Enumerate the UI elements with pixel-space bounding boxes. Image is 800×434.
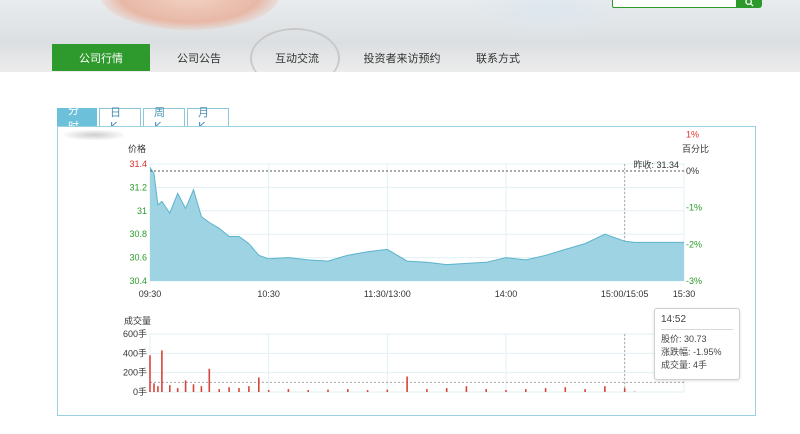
volume-bar xyxy=(347,389,349,392)
time-tick-label: 09:30 xyxy=(139,289,162,299)
time-tick-label: 15:00/15:05 xyxy=(601,289,649,299)
volume-bar xyxy=(169,385,171,392)
volume-bar xyxy=(623,388,626,392)
volume-bar xyxy=(485,389,487,392)
volume-bar xyxy=(248,386,250,392)
price-area xyxy=(150,167,684,281)
volume-bar xyxy=(238,388,240,392)
volume-bar xyxy=(161,350,163,392)
volume-bar xyxy=(153,383,155,392)
percent-tick-label: 1% xyxy=(686,129,699,139)
price-tick-label: 30.6 xyxy=(129,253,147,263)
volume-bar xyxy=(157,386,159,392)
volume-bar xyxy=(564,387,567,392)
volume-bar xyxy=(184,380,187,392)
volume-bar xyxy=(426,389,428,392)
volume-bar xyxy=(544,388,547,392)
volume-bar xyxy=(445,388,448,392)
volume-tick-label: 400手 xyxy=(123,347,147,358)
time-tick-label: 11:30/13:00 xyxy=(364,289,411,299)
volume-bar xyxy=(200,386,203,392)
price-tick-label: 31.2 xyxy=(129,182,147,192)
price-tick-label: 30.8 xyxy=(129,229,147,239)
volume-bar xyxy=(505,390,507,392)
prev-close-label: 昨收: 31.34 xyxy=(633,159,679,170)
volume-grid-frame xyxy=(149,333,685,393)
tooltip-change: 涨跌幅: -1.95% xyxy=(661,347,722,357)
percent-tick-label: -1% xyxy=(686,203,702,213)
volume-bar xyxy=(327,389,329,392)
percent-tick-label: 0% xyxy=(686,166,699,176)
volume-bar xyxy=(267,390,270,392)
volume-bar xyxy=(465,386,468,392)
tooltip-time: 14:52 xyxy=(661,314,733,330)
price-tick-label: 31.4 xyxy=(129,159,147,169)
tooltip-volume: 成交量: 4手 xyxy=(661,360,708,370)
time-tick-label: 14:00 xyxy=(495,289,518,299)
volume-bar xyxy=(208,368,211,392)
volume-bar xyxy=(366,390,369,392)
volume-tick-label: 600手 xyxy=(123,328,147,339)
volume-bar xyxy=(149,355,151,392)
time-tick-label: 10:30 xyxy=(257,289,280,299)
price-axis-title: 价格 xyxy=(128,143,146,154)
percent-axis-title: 百分比 xyxy=(682,143,709,154)
volume-tick-label: 0手 xyxy=(133,386,147,397)
volume-bar xyxy=(228,387,230,392)
volume-bar xyxy=(307,390,309,392)
volume-bar xyxy=(604,386,606,392)
volume-bar xyxy=(176,388,179,392)
volume-bar xyxy=(386,389,389,392)
volume-bar xyxy=(218,389,220,392)
tooltip-price: 股价: 30.73 xyxy=(661,334,707,344)
price-tick-label: 30.4 xyxy=(129,276,147,286)
price-tick-label: 31 xyxy=(137,206,147,216)
volume-bar xyxy=(584,389,586,392)
percent-tick-label: -3% xyxy=(686,276,702,286)
chart-tooltip: 14:52 股价: 30.73 涨跌幅: -1.95% 成交量: 4手 xyxy=(654,308,740,380)
volume-bar xyxy=(525,389,527,392)
percent-tick-label: -2% xyxy=(686,239,702,249)
volume-bar xyxy=(192,384,195,392)
volume-bar xyxy=(258,377,260,392)
volume-bar xyxy=(287,389,290,392)
volume-bar xyxy=(406,376,408,392)
time-tick-label: 15:30 xyxy=(673,289,696,299)
volume-tick-label: 200手 xyxy=(123,367,147,378)
volume-axis-title: 成交量 xyxy=(124,315,151,326)
